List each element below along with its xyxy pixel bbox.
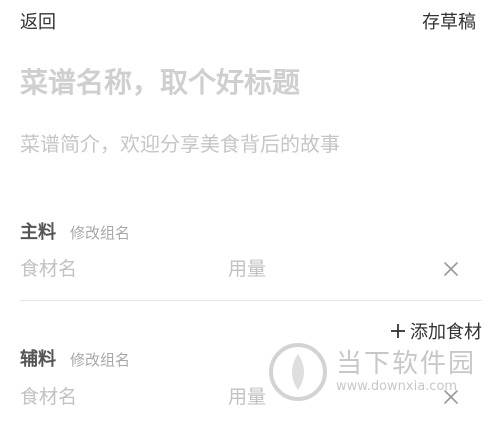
- rename-group-button[interactable]: 修改组名: [70, 349, 130, 370]
- add-ingredient-button[interactable]: 添加食材: [390, 318, 482, 344]
- ingredient-quantity-input[interactable]: [228, 258, 408, 280]
- add-ingredient-label: 添加食材: [410, 322, 482, 343]
- top-bar: 返回 存草稿: [0, 0, 496, 40]
- group-title: 辅料: [20, 349, 56, 370]
- group-title: 主料: [20, 222, 56, 243]
- recipe-title-input[interactable]: [20, 66, 476, 99]
- watermark: 当下软件园 www.downxia.com: [268, 342, 476, 402]
- divider: [20, 300, 482, 301]
- watermark-url: www.downxia.com: [335, 379, 458, 394]
- save-draft-button[interactable]: 存草稿: [422, 8, 476, 34]
- ingredient-group-header-main: 主料 修改组名: [20, 218, 130, 243]
- ingredient-row: [20, 258, 482, 288]
- ingredient-name-input[interactable]: [20, 386, 200, 408]
- ingredient-group-header-aux: 辅料 修改组名: [20, 345, 130, 370]
- watermark-name: 当下软件园: [335, 349, 476, 379]
- ingredient-name-input[interactable]: [20, 258, 200, 280]
- watermark-logo-icon: [268, 343, 327, 401]
- plus-icon: [391, 324, 405, 338]
- rename-group-button[interactable]: 修改组名: [70, 222, 130, 243]
- close-icon[interactable]: [442, 260, 460, 278]
- recipe-intro-input[interactable]: [20, 132, 476, 156]
- back-button[interactable]: 返回: [20, 8, 56, 34]
